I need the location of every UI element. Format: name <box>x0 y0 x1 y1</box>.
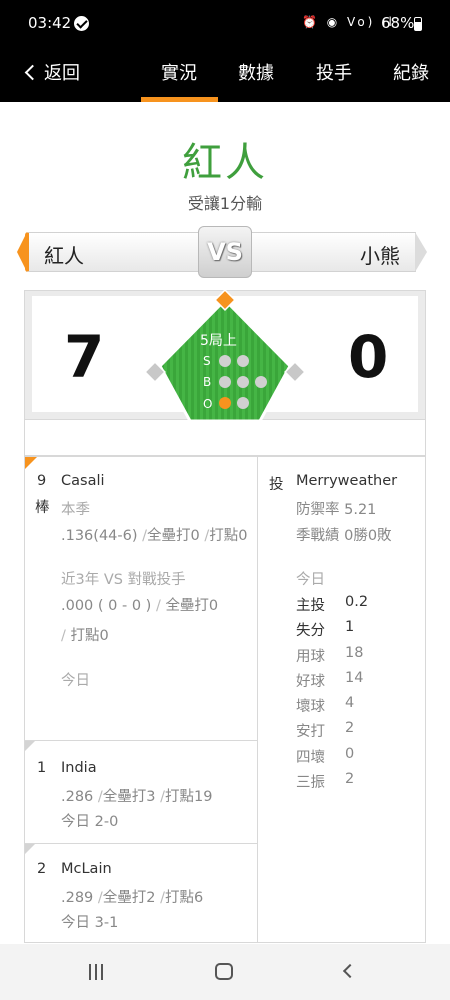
pitcher-stat-label: 主投 <box>296 598 325 614</box>
tab-live[interactable]: 實況 <box>161 59 197 85</box>
away-team-name: 紅人 <box>44 244 84 268</box>
battery-level: 68% <box>381 14 415 32</box>
pitcher-stat-value: 2 <box>345 720 355 736</box>
pitcher-era: 防禦率 5.21 <box>296 502 377 518</box>
ball-dot <box>255 376 267 388</box>
season-label: 本季 <box>61 502 90 518</box>
next-batter-marker <box>25 741 35 751</box>
next-batter-rbi: 打點6 <box>165 890 204 906</box>
battery-icon <box>414 17 422 31</box>
next-batter-today: 今日 2-0 <box>61 814 119 830</box>
out-dot <box>237 397 249 409</box>
tab-records[interactable]: 紀錄 <box>393 59 429 85</box>
home-team-marker <box>415 232 427 272</box>
strike-dot <box>219 355 231 367</box>
batter-today-label: 今日 <box>61 673 90 689</box>
row-divider <box>24 740 257 741</box>
away-score: 7 <box>64 323 105 391</box>
next-batter-avg: .286 <box>61 789 94 805</box>
pitcher-stat-label: 好球 <box>296 674 325 690</box>
check-circle-icon <box>74 16 89 31</box>
recent-apps-icon[interactable] <box>89 964 103 980</box>
strike-label: S <box>203 354 211 368</box>
play-info-row <box>24 420 426 456</box>
status-bar: 03:42 ⏰ ◉ Vo) ıl 68% <box>0 0 450 48</box>
next-batter-today: 今日 3-1 <box>61 915 119 931</box>
pitcher-stat-value: 0.2 <box>345 594 369 610</box>
home-team-name: 小熊 <box>360 244 400 268</box>
inning-indicator: 5局上 <box>200 333 237 349</box>
next-batter-name[interactable]: McLain <box>61 861 112 877</box>
panel-divider <box>257 456 258 943</box>
season-stats: .136(44-6) /全壘打0 /打點0 <box>61 528 248 544</box>
season-avg: .136(44-6) <box>61 528 138 544</box>
vs-rbi: 打點0 <box>70 628 109 644</box>
out-dot <box>219 397 231 409</box>
season-rbi: 打點0 <box>209 528 248 544</box>
next-batter-order: 2 <box>37 861 47 877</box>
next-batter-hr: 全壘打3 <box>102 789 156 805</box>
ball-dot <box>237 376 249 388</box>
pitcher-stat-label: 三振 <box>296 775 325 791</box>
back-label: 返回 <box>44 63 80 84</box>
pitcher-stat-label: 安打 <box>296 724 325 740</box>
row-divider <box>24 843 257 844</box>
tab-pitchers[interactable]: 投手 <box>316 59 352 85</box>
top-nav-bar: 返回 實況 數據 投手 紀錄 <box>0 48 450 102</box>
ball-label: B <box>203 375 212 389</box>
vs-pitcher-label: 近3年 VS 對戰投手 <box>61 572 186 588</box>
pitcher-stat-value: 4 <box>345 695 355 711</box>
pitcher-stat-value: 2 <box>345 771 355 787</box>
next-batter-order: 1 <box>37 760 47 776</box>
batter-order-suffix: 棒 <box>35 500 50 516</box>
ball-dot <box>219 376 231 388</box>
bet-result: 受讓1分輸 <box>187 194 263 213</box>
tab-stats[interactable]: 數據 <box>238 59 274 85</box>
strike-dot <box>237 355 249 367</box>
back-button[interactable]: 返回 <box>24 59 80 85</box>
next-batter-avg: .289 <box>61 890 94 906</box>
pitcher-role: 投 <box>269 477 284 493</box>
vs-avg: .000 ( 0 - 0 ) <box>61 598 152 614</box>
batter-order: 9 <box>37 473 47 489</box>
pitcher-stat-label: 失分 <box>296 623 325 639</box>
next-batter-name[interactable]: India <box>61 760 97 776</box>
pitcher-today-label: 今日 <box>296 572 325 588</box>
next-batter-stats: .289 /全壘打2 /打點6 <box>61 890 204 906</box>
next-batter-rbi: 打點19 <box>165 789 213 805</box>
out-label: O <box>203 397 213 411</box>
next-batter-stats: .286 /全壘打3 /打點19 <box>61 789 213 805</box>
current-batter-marker <box>25 457 37 469</box>
pitcher-stat-label: 用球 <box>296 649 325 665</box>
vs-pitcher-stats: .000 ( 0 - 0 ) / 全壘打0 <box>61 598 219 614</box>
status-time: 03:42 <box>28 14 72 32</box>
vs-badge: VS <box>198 226 252 278</box>
season-hr: 全壘打0 <box>147 528 200 544</box>
home-score: 0 <box>348 323 389 391</box>
home-icon[interactable] <box>215 963 233 980</box>
vs-pitcher-rbi: / 打點0 <box>61 628 109 644</box>
next-batter-marker <box>25 844 35 854</box>
pitcher-stat-value: 18 <box>345 645 364 661</box>
pitcher-stat-label: 壞球 <box>296 699 325 715</box>
chevron-left-icon <box>24 64 41 80</box>
pitcher-record: 季戰績 0勝0敗 <box>296 528 392 544</box>
next-batter-hr: 全壘打2 <box>102 890 156 906</box>
pitcher-name[interactable]: Merryweather <box>296 473 397 489</box>
batter-name[interactable]: Casali <box>61 473 105 489</box>
pitcher-stat-label: 四壞 <box>296 750 325 766</box>
pitcher-stat-value: 1 <box>345 619 355 635</box>
pitcher-stat-value: 0 <box>345 746 355 762</box>
team-title: 紅人 <box>182 140 268 186</box>
active-tab-indicator <box>141 97 218 102</box>
pitcher-stat-value: 14 <box>345 670 364 686</box>
vs-hr: 全壘打0 <box>165 598 219 614</box>
